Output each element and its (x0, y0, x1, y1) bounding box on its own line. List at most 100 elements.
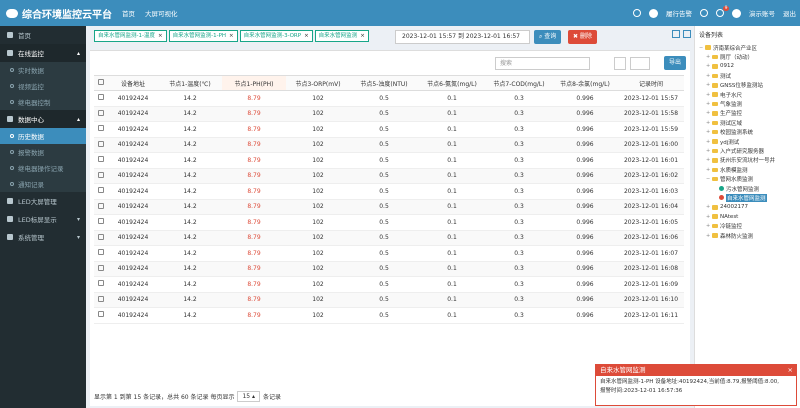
bell-icon[interactable]: 9 (716, 6, 729, 17)
mute-icon[interactable] (700, 9, 708, 17)
sidebar-item-alarm-data[interactable]: 报警数据 (0, 144, 86, 160)
table-row[interactable]: 40192424 14.2 8.79 102 0.5 0.1 0.3 0.996 2023-12… (94, 106, 684, 122)
alarm-icon[interactable] (649, 8, 658, 18)
col-ammonia[interactable]: 节点6-氨氮(mg/L) (418, 75, 486, 91)
sidebar-item-relay[interactable]: 继电器控制 (0, 94, 86, 110)
table-row[interactable]: 40192424 14.2 8.79 102 0.5 0.1 0.3 0.996 2023-12… (94, 261, 684, 277)
tree-node[interactable]: 污水管网监测 (699, 184, 800, 193)
sidebar-item-home[interactable]: 首页 (0, 26, 86, 44)
table-row[interactable]: 40192424 14.2 8.79 102 0.5 0.1 0.3 0.996 2023-12… (94, 168, 684, 184)
date-range-input[interactable]: 2023-12-01 15:57 到 2023-12-01 16:57 (395, 30, 530, 44)
export-button[interactable]: 导出 (664, 56, 687, 70)
table-row[interactable]: 40192424 14.2 8.79 102 0.5 0.1 0.3 0.996 2023-12… (94, 245, 684, 262)
table-row[interactable]: 40192424 14.2 8.79 102 0.5 0.1 0.3 0.996 2023-12… (94, 276, 684, 293)
brand[interactable]: 综合环境监控云平台 (0, 6, 112, 21)
user-avatar[interactable] (732, 8, 741, 18)
sidebar-item-system[interactable]: 系统管理 ▾ (0, 228, 86, 246)
logout-link[interactable]: 退出 (783, 8, 796, 18)
col-temp[interactable]: 节点1-温度(℃) (158, 75, 222, 91)
tree-node[interactable]: + 气象监测 (699, 99, 800, 108)
columns-toggle-icon[interactable] (614, 57, 626, 70)
tree-node[interactable]: +24002177 (699, 203, 800, 212)
sensor-tag[interactable]: 自来水管网监测-1-温度 × (94, 30, 167, 42)
select-all-checkbox[interactable] (94, 75, 108, 91)
row-checkbox[interactable] (94, 230, 108, 246)
tree-node[interactable]: + 冷链监控 (699, 221, 800, 230)
table-row[interactable]: 40192424 14.2 8.79 102 0.5 0.1 0.3 0.996 2023-12… (94, 214, 684, 231)
close-icon[interactable]: × (158, 33, 163, 39)
delete-button[interactable]: ✖ 删除 (568, 30, 597, 44)
table-row[interactable]: 40192424 14.2 8.79 102 0.5 0.1 0.3 0.996 2023-12… (94, 199, 684, 215)
sensor-tag[interactable]: 自来水管网监测-1-PH × (168, 30, 238, 42)
sensor-tag[interactable]: 自来水管网监测-3-ORP × (239, 30, 313, 42)
tree-node[interactable]: + 校园监测系统 (699, 128, 800, 137)
tree-node[interactable]: + GNSS位移监测站 (699, 81, 800, 90)
page-size-select[interactable]: 15 ▴ (237, 391, 261, 402)
sidebar-item-data-center[interactable]: 数据中心 ▴ (0, 110, 86, 128)
expand-icon[interactable] (672, 30, 680, 38)
sidebar-item-notify-log[interactable]: 通知记录 (0, 176, 86, 192)
sidebar-item-led-display[interactable]: LED标屏显示 ▾ (0, 210, 86, 228)
row-checkbox[interactable] (94, 199, 108, 215)
sidebar-item-video[interactable]: 视频监控 (0, 78, 86, 94)
tree-node[interactable]: + 抚州乐安流坑村一号井 (699, 156, 800, 165)
close-icon[interactable]: × (788, 365, 793, 376)
palette-icon[interactable] (633, 9, 641, 17)
tree-node[interactable]: + 电子水尺 (699, 90, 800, 99)
search-input[interactable]: 搜索 (495, 57, 590, 70)
close-icon[interactable]: × (304, 33, 309, 39)
nav-big-screen[interactable]: 大屏可视化 (145, 8, 178, 18)
tree-node[interactable]: + 测试 (699, 71, 800, 80)
tree-node[interactable]: + 厕厅（动动） (699, 52, 800, 61)
row-checkbox[interactable] (94, 183, 108, 200)
sidebar-item-realtime[interactable]: 实时数据 (0, 62, 86, 78)
tree-node[interactable]: +0912 (699, 62, 800, 71)
sidebar-item-relay-log[interactable]: 继电器操作记录 (0, 160, 86, 176)
table-row[interactable]: 40192424 14.2 8.79 102 0.5 0.1 0.3 0.996 2023-12… (94, 152, 684, 169)
query-button[interactable]: ⌕ 查询 (534, 30, 562, 44)
tree-node[interactable]: + ydj测试 (699, 137, 800, 146)
tree-node[interactable]: − 管网水质监测 (699, 174, 800, 183)
tree-node[interactable]: − 济南某综合产业区 (699, 43, 800, 52)
table-row[interactable]: 40192424 14.2 8.79 102 0.5 0.1 0.3 0.996 2023-12… (94, 230, 684, 246)
col-chlorine[interactable]: 节点8-余氯(mg/L) (552, 75, 618, 91)
export-menu-dropdown[interactable] (630, 57, 650, 70)
tree-node[interactable]: + 测试区域 (699, 118, 800, 127)
col-device-address[interactable]: 设备地址 (108, 75, 158, 91)
row-checkbox[interactable] (94, 152, 108, 169)
close-icon[interactable]: × (229, 33, 234, 39)
row-checkbox[interactable] (94, 106, 108, 122)
tree-node[interactable]: 自来水管网监测 (699, 193, 800, 202)
tree-node[interactable]: + 入户式研究服务器 (699, 146, 800, 155)
table-row[interactable]: 40192424 14.2 8.79 102 0.5 0.1 0.3 0.996 2023-12… (94, 121, 684, 138)
sidebar-item-history[interactable]: 历史数据 (0, 128, 86, 144)
tree-node[interactable]: + 森林防火监测 (699, 231, 800, 240)
row-checkbox[interactable] (94, 307, 108, 324)
row-checkbox[interactable] (94, 245, 108, 262)
col-time[interactable]: 记录时间 (618, 75, 684, 91)
row-checkbox[interactable] (94, 90, 108, 107)
table-row[interactable]: 40192424 14.2 8.79 102 0.5 0.1 0.3 0.996 2023-12… (94, 307, 684, 324)
col-cod[interactable]: 节点7-COD(mg/L) (486, 75, 552, 91)
close-icon[interactable]: × (360, 33, 365, 39)
tree-node[interactable]: + 水质模监测 (699, 165, 800, 174)
tree-node[interactable]: + 生产监控 (699, 109, 800, 118)
col-ph[interactable]: 节点1-PH(PH) (222, 75, 286, 91)
row-checkbox[interactable] (94, 168, 108, 184)
settings-icon[interactable] (683, 30, 691, 38)
tree-node[interactable]: + NAtest (699, 212, 800, 221)
row-checkbox[interactable] (94, 214, 108, 231)
row-checkbox[interactable] (94, 261, 108, 277)
table-row[interactable]: 40192424 14.2 8.79 102 0.5 0.1 0.3 0.996 2023-12… (94, 137, 684, 153)
row-checkbox[interactable] (94, 276, 108, 293)
col-turbidity[interactable]: 节点5-浊度(NTU) (350, 75, 418, 91)
user-name[interactable]: 演示账号 (749, 8, 775, 18)
col-orp[interactable]: 节点3-ORP(mV) (286, 75, 350, 91)
table-row[interactable]: 40192424 14.2 8.79 102 0.5 0.1 0.3 0.996 2023-12… (94, 90, 684, 107)
table-row[interactable]: 40192424 14.2 8.79 102 0.5 0.1 0.3 0.996 2023-12… (94, 292, 684, 308)
sidebar-item-online-monitor[interactable]: 在线监控 ▴ (0, 44, 86, 62)
row-checkbox[interactable] (94, 137, 108, 153)
row-checkbox[interactable] (94, 121, 108, 138)
sidebar-item-led-screen[interactable]: LED大屏管理 (0, 192, 86, 210)
row-checkbox[interactable] (94, 292, 108, 308)
